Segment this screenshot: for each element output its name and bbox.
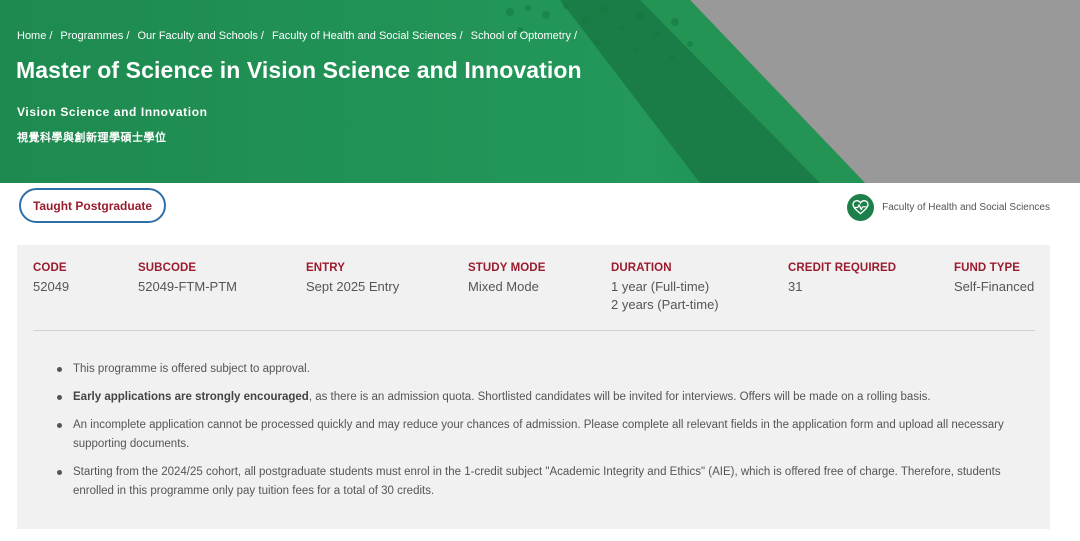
note-item: This programme is offered subject to app… <box>57 360 1037 379</box>
info-value: Mixed Mode <box>468 279 539 294</box>
note-text: An incomplete application cannot be proc… <box>73 419 1004 450</box>
note-emphasis: Early applications are strongly encourag… <box>73 391 309 403</box>
info-label: CREDIT REQUIRED <box>788 262 897 274</box>
breadcrumb-item[interactable]: Programmes / <box>60 30 135 42</box>
note-text: , as there is an admission quota. Shortl… <box>308 391 931 403</box>
info-study-mode: STUDY MODE Mixed Mode <box>468 262 545 296</box>
info-label: FUND TYPE <box>954 262 1021 274</box>
note-item: An incomplete application cannot be proc… <box>57 416 1037 454</box>
hero-banner: Home / Programmes / Our Faculty and Schools /… <box>0 0 1080 183</box>
info-fund-type: FUND TYPE Self-Financed <box>954 262 1034 296</box>
faculty-label: Faculty of Health and Social Sciences <box>882 202 1050 213</box>
breadcrumb-item[interactable]: Our Faculty and Schools / <box>137 30 270 42</box>
info-value: 52049 <box>33 279 70 294</box>
hero-background <box>0 0 1080 183</box>
programme-info-panel: CODE 52049 SUBCODE 52049-FTM-PTM ENTRY S… <box>17 245 1050 529</box>
breadcrumb-item[interactable]: Home / <box>17 30 58 42</box>
divider <box>33 330 1035 331</box>
info-label: CODE <box>33 262 67 274</box>
duration-full-time: 1 year (Full-time) <box>611 279 710 294</box>
note-item: Starting from the 2024/25 cohort, all po… <box>57 463 1037 501</box>
note-text: This programme is offered subject to app… <box>73 363 310 375</box>
programme-type-tag[interactable]: Taught Postgraduate <box>19 188 166 223</box>
info-code: CODE 52049 <box>33 262 69 296</box>
info-label: SUBCODE <box>138 262 197 274</box>
programme-subtitle-chinese: 視覺科學與創新理學碩士學位 <box>17 132 167 144</box>
info-value: 31 <box>788 279 803 294</box>
programme-notes-list: This programme is offered subject to app… <box>57 360 1037 510</box>
info-credit-required: CREDIT REQUIRED 31 <box>788 262 896 296</box>
heart-pulse-icon <box>847 194 875 221</box>
breadcrumb-item[interactable]: Faculty of Health and Social Sciences / <box>272 30 469 42</box>
info-value: Sept 2025 Entry <box>306 279 400 294</box>
breadcrumb-item[interactable]: School of Optometry / <box>471 30 583 42</box>
breadcrumb: Home / Programmes / Our Faculty and Schools /… <box>17 30 585 42</box>
faculty-link[interactable]: Faculty of Health and Social Sciences <box>847 194 1050 221</box>
info-duration: DURATION 1 year (Full-time) 2 years (Par… <box>611 262 719 314</box>
info-subcode: SUBCODE 52049-FTM-PTM <box>138 262 237 296</box>
programme-key-facts: CODE 52049 SUBCODE 52049-FTM-PTM ENTRY S… <box>17 245 1050 331</box>
programme-subtitle-english: Vision Science and Innovation <box>17 105 208 119</box>
info-label: STUDY MODE <box>468 262 546 274</box>
info-value: 52049-FTM-PTM <box>138 279 237 294</box>
info-entry: ENTRY Sept 2025 Entry <box>306 262 399 296</box>
info-value: Self-Financed <box>954 279 1035 294</box>
note-item: Early applications are strongly encourag… <box>57 388 1037 407</box>
info-label: DURATION <box>611 262 672 274</box>
page-title: Master of Science in Vision Science and … <box>16 57 582 83</box>
note-text: Starting from the 2024/25 cohort, all po… <box>73 466 1001 497</box>
info-label: ENTRY <box>306 262 346 274</box>
duration-part-time: 2 years (Part-time) <box>611 297 719 312</box>
info-value: 1 year (Full-time) 2 years (Part-time) <box>611 278 719 314</box>
